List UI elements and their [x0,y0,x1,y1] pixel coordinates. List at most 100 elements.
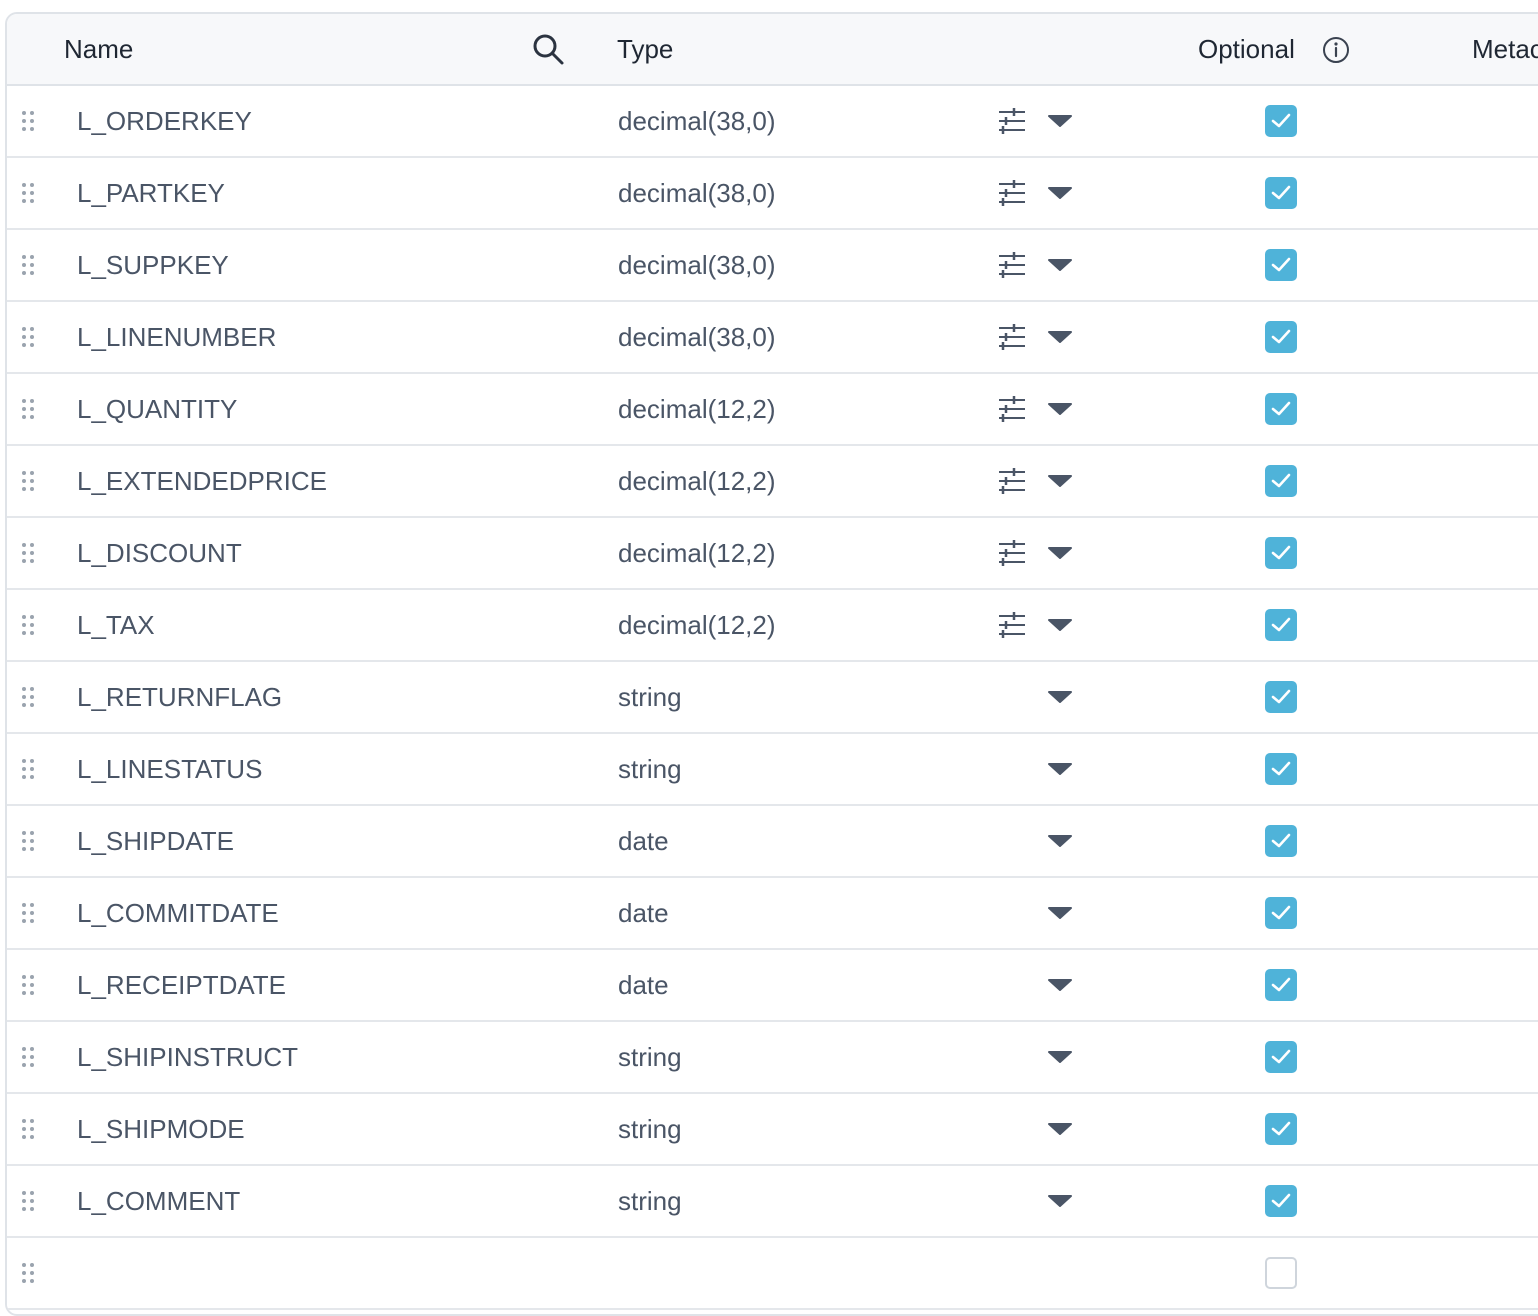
table-row[interactable]: L_DISCOUNT decimal(12,2) [7,518,1538,590]
column-type[interactable]: string [618,1166,682,1236]
table-row[interactable] [7,1238,1538,1310]
type-dropdown-caret-icon[interactable] [1047,186,1073,200]
drag-handle-icon[interactable] [21,902,35,924]
table-row[interactable]: L_RETURNFLAG string [7,662,1538,734]
type-dropdown-caret-icon[interactable] [1047,978,1073,992]
drag-handle-icon[interactable] [21,182,35,204]
column-header-metadata[interactable]: Metac [1472,14,1538,84]
drag-handle-icon[interactable] [21,326,35,348]
type-options-icon[interactable] [997,539,1027,567]
column-name[interactable]: L_LINENUMBER [77,302,276,372]
table-row[interactable]: L_RECEIPTDATE date [7,950,1538,1022]
drag-handle-icon[interactable] [21,110,35,132]
column-type[interactable]: decimal(12,2) [618,446,776,516]
column-name[interactable]: L_COMMITDATE [77,878,279,948]
column-type[interactable]: date [618,878,669,948]
optional-checkbox[interactable] [1265,1041,1297,1073]
type-dropdown-caret-icon[interactable] [1047,906,1073,920]
column-type[interactable]: decimal(12,2) [618,374,776,444]
column-type[interactable]: string [618,662,682,732]
type-dropdown-caret-icon[interactable] [1047,690,1073,704]
column-type[interactable]: decimal(12,2) [618,590,776,660]
optional-checkbox[interactable] [1265,249,1297,281]
type-options-icon[interactable] [997,179,1027,207]
drag-handle-icon[interactable] [21,470,35,492]
column-type[interactable]: decimal(12,2) [618,518,776,588]
column-name[interactable]: L_RETURNFLAG [77,662,282,732]
column-header-name[interactable]: Name [64,14,133,84]
column-type[interactable]: date [618,950,669,1020]
optional-checkbox[interactable] [1265,609,1297,641]
type-dropdown-caret-icon[interactable] [1047,258,1073,272]
table-row[interactable]: L_LINENUMBER decimal(38,0) [7,302,1538,374]
type-dropdown-caret-icon[interactable] [1047,618,1073,632]
type-dropdown-caret-icon[interactable] [1047,1050,1073,1064]
type-options-icon[interactable] [997,611,1027,639]
column-type[interactable]: decimal(38,0) [618,158,776,228]
optional-checkbox[interactable] [1265,825,1297,857]
column-name[interactable]: L_SHIPMODE [77,1094,245,1164]
table-row[interactable]: L_PARTKEY decimal(38,0) [7,158,1538,230]
type-dropdown-caret-icon[interactable] [1047,402,1073,416]
type-dropdown-caret-icon[interactable] [1047,474,1073,488]
optional-checkbox[interactable] [1265,177,1297,209]
drag-handle-icon[interactable] [21,1118,35,1140]
optional-checkbox[interactable] [1265,897,1297,929]
drag-handle-icon[interactable] [21,1046,35,1068]
type-options-icon[interactable] [997,251,1027,279]
column-type[interactable]: string [618,734,682,804]
table-row[interactable]: L_COMMENT string [7,1166,1538,1238]
column-name[interactable]: L_RECEIPTDATE [77,950,286,1020]
column-name[interactable]: L_SUPPKEY [77,230,229,300]
table-row[interactable]: L_LINESTATUS string [7,734,1538,806]
column-name[interactable]: L_TAX [77,590,155,660]
type-dropdown-caret-icon[interactable] [1047,834,1073,848]
drag-handle-icon[interactable] [21,614,35,636]
column-name[interactable]: L_LINESTATUS [77,734,262,804]
type-dropdown-caret-icon[interactable] [1047,114,1073,128]
column-name[interactable]: L_EXTENDEDPRICE [77,446,327,516]
column-type[interactable]: decimal(38,0) [618,86,776,156]
optional-checkbox[interactable] [1265,465,1297,497]
table-row[interactable]: L_TAX decimal(12,2) [7,590,1538,662]
table-row[interactable]: L_ORDERKEY decimal(38,0) [7,86,1538,158]
type-options-icon[interactable] [997,107,1027,135]
type-dropdown-caret-icon[interactable] [1047,546,1073,560]
optional-checkbox[interactable] [1265,105,1297,137]
optional-checkbox[interactable] [1265,321,1297,353]
table-row[interactable]: L_QUANTITY decimal(12,2) [7,374,1538,446]
column-type[interactable]: decimal(38,0) [618,302,776,372]
column-header-optional[interactable]: Optional [1198,14,1295,84]
type-dropdown-caret-icon[interactable] [1047,1194,1073,1208]
optional-checkbox[interactable] [1265,753,1297,785]
drag-handle-icon[interactable] [21,254,35,276]
table-row[interactable]: L_SUPPKEY decimal(38,0) [7,230,1538,302]
drag-handle-icon[interactable] [21,398,35,420]
column-name[interactable]: L_QUANTITY [77,374,237,444]
table-row[interactable]: L_COMMITDATE date [7,878,1538,950]
column-name[interactable]: L_ORDERKEY [77,86,252,156]
drag-handle-icon[interactable] [21,542,35,564]
drag-handle-icon[interactable] [21,974,35,996]
optional-checkbox[interactable] [1265,393,1297,425]
type-options-icon[interactable] [997,467,1027,495]
column-header-type[interactable]: Type [617,14,673,84]
optional-checkbox[interactable] [1265,1113,1297,1145]
optional-checkbox[interactable] [1265,1185,1297,1217]
table-row[interactable]: L_SHIPMODE string [7,1094,1538,1166]
table-row[interactable]: L_SHIPINSTRUCT string [7,1022,1538,1094]
optional-checkbox[interactable] [1265,969,1297,1001]
drag-handle-icon[interactable] [21,1262,35,1284]
drag-handle-icon[interactable] [21,1190,35,1212]
column-name[interactable]: L_SHIPINSTRUCT [77,1022,298,1092]
column-name[interactable]: L_DISCOUNT [77,518,242,588]
drag-handle-icon[interactable] [21,686,35,708]
column-type[interactable]: string [618,1022,682,1092]
drag-handle-icon[interactable] [21,758,35,780]
column-type[interactable]: decimal(38,0) [618,230,776,300]
search-icon[interactable] [531,32,565,66]
table-row[interactable]: L_SHIPDATE date [7,806,1538,878]
optional-checkbox[interactable] [1265,1257,1297,1289]
column-type[interactable]: date [618,806,669,876]
info-icon[interactable] [1322,36,1350,64]
